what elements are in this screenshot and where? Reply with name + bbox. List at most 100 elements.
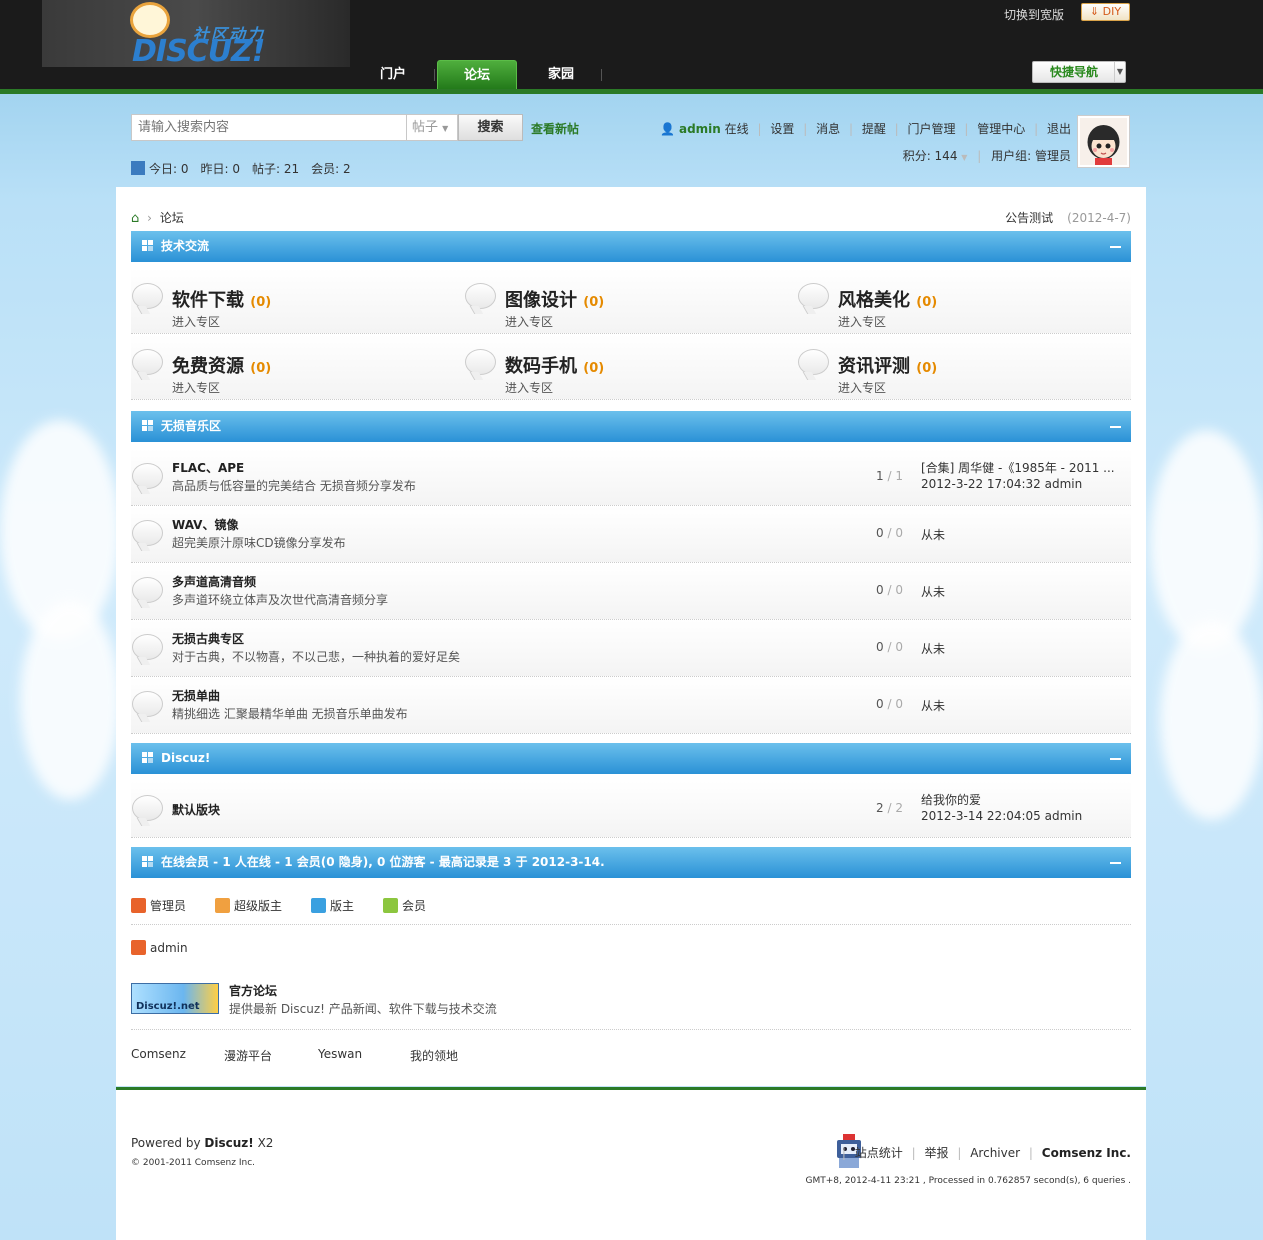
last-post-title[interactable]: 给我你的爱	[921, 791, 1121, 808]
breadcrumb-forum[interactable]: 论坛	[160, 211, 184, 225]
archiver-link[interactable]: Archiver	[970, 1146, 1020, 1160]
forum-name[interactable]: 多声道高清音频	[172, 573, 256, 590]
last-post-info[interactable]: 2012-3-14 22:04:05 admin	[921, 809, 1082, 823]
main-panel: ⌂ › 论坛 公告测试 (2012-4-7) 技术交流 软件下载 (0) 进入专区…	[116, 187, 1146, 1086]
thread-count: 2	[876, 801, 884, 815]
admin-center-link[interactable]: 管理中心	[977, 122, 1025, 136]
chevron-down-icon[interactable]: ▼	[961, 153, 967, 162]
search-type-label: 帖子	[412, 120, 439, 135]
link-my-territory[interactable]: 我的领地	[410, 1047, 458, 1064]
online-header: 在线会员 - 1 人在线 - 1 会员(0 隐身), 0 位游客 - 最高记录是…	[131, 847, 1131, 878]
avatar[interactable]	[1077, 115, 1130, 168]
username-link[interactable]: admin	[679, 122, 721, 136]
collapse-icon[interactable]	[1110, 246, 1121, 248]
separator: |	[911, 1146, 916, 1160]
forum-name[interactable]: WAV、镜像	[172, 516, 238, 533]
forum-name[interactable]: FLAC、APE	[172, 459, 244, 476]
forum-name[interactable]: 数码手机 (0)	[505, 352, 604, 378]
link-yeswan[interactable]: Yeswan	[318, 1047, 362, 1061]
chevron-down-icon[interactable]: ▼	[1114, 62, 1125, 82]
forum-cell[interactable]: 免费资源 (0) 进入专区	[131, 334, 464, 400]
collapse-icon[interactable]	[1110, 862, 1121, 864]
forum-name-text: 软件下载	[172, 290, 244, 311]
messages-link[interactable]: 消息	[816, 122, 840, 136]
thread-count: 0	[876, 583, 884, 597]
forum-description: 精挑细选 汇聚最精华单曲 无损音乐单曲发布	[172, 707, 408, 721]
forum-cell[interactable]: 资讯评测 (0) 进入专区	[797, 334, 1130, 400]
forum-name[interactable]: 风格美化 (0)	[838, 286, 937, 312]
diy-label: DIY	[1102, 5, 1122, 18]
view-new-posts-link[interactable]: 查看新帖	[531, 120, 579, 137]
link-manyou[interactable]: 漫游平台	[224, 1047, 272, 1064]
diy-button[interactable]: ⇓ DIY	[1081, 3, 1130, 21]
forum-name[interactable]: 软件下载 (0)	[172, 286, 271, 312]
legend-label: 管理员	[150, 899, 187, 913]
stat-posts: 帖子: 21	[252, 162, 300, 176]
search-type-select[interactable]: 帖子 ▼	[407, 114, 458, 141]
last-post-info[interactable]: 2012-3-22 17:04:32 admin	[921, 477, 1082, 491]
discuz-net-logo[interactable]: Discuz!.net	[131, 983, 219, 1014]
report-link[interactable]: 举报	[925, 1146, 949, 1160]
points-link[interactable]: 积分: 144	[903, 149, 958, 163]
product-link[interactable]: Discuz!	[204, 1136, 253, 1150]
legend-super-mod: 超级版主	[215, 897, 282, 914]
forum-bubble-icon	[132, 795, 163, 821]
forum-count: (0)	[250, 295, 272, 310]
forum-count: (0)	[583, 361, 605, 376]
nav-forum[interactable]: 论坛	[437, 60, 517, 89]
home-icon[interactable]: ⌂	[131, 211, 139, 226]
forum-name[interactable]: 默认版块	[172, 801, 220, 818]
forum-cell[interactable]: 风格美化 (0) 进入专区	[797, 268, 1130, 334]
official-forum-link[interactable]: 官方论坛	[229, 982, 277, 999]
logout-link[interactable]: 退出	[1047, 122, 1071, 136]
site-stats-link[interactable]: 站点统计	[855, 1146, 903, 1160]
user-group-link[interactable]: 用户组: 管理员	[991, 149, 1071, 163]
last-post-title[interactable]: [合集] 周华健 -《1985年 - 2011 ...	[921, 459, 1121, 476]
quick-nav-button[interactable]: 快捷导航 ▼	[1032, 61, 1126, 83]
legend-mod: 版主	[311, 897, 354, 914]
nav-portal[interactable]: 门户	[352, 60, 434, 89]
post-count: 0	[895, 526, 903, 540]
search-button[interactable]: 搜索	[458, 114, 523, 141]
category-title[interactable]: 技术交流	[161, 231, 209, 262]
powered-prefix: Powered by	[131, 1136, 201, 1150]
online-title[interactable]: 在线会员 - 1 人在线 - 1 会员(0 隐身), 0 位游客 - 最高记录是…	[161, 847, 605, 878]
notices-link[interactable]: 提醒	[862, 122, 886, 136]
legend-member: 会员	[383, 897, 426, 914]
admin-user-icon	[131, 940, 146, 955]
search-input[interactable]	[132, 115, 408, 140]
forum-name[interactable]: 无损古典专区	[172, 630, 244, 647]
category-title[interactable]: 无损音乐区	[161, 411, 221, 442]
collapse-icon[interactable]	[1110, 426, 1121, 428]
online-username[interactable]: admin	[150, 941, 188, 955]
user-icon: 👤	[660, 122, 676, 136]
forum-bubble-icon	[465, 349, 496, 375]
forum-name[interactable]: 无损单曲	[172, 687, 220, 704]
separator: |	[803, 122, 808, 136]
announcement-title[interactable]: 公告测试	[1005, 211, 1053, 225]
forum-bubble-icon	[798, 349, 829, 375]
portal-admin-link[interactable]: 门户管理	[908, 122, 956, 136]
forum-cell[interactable]: 软件下载 (0) 进入专区	[131, 268, 464, 334]
settings-link[interactable]: 设置	[770, 122, 794, 136]
chevron-down-icon: ▼	[442, 124, 449, 133]
collapse-icon[interactable]	[1110, 758, 1121, 760]
forum-enter-text: 进入专区	[172, 381, 221, 395]
company-link[interactable]: Comsenz Inc.	[1042, 1146, 1131, 1160]
switch-wide-link[interactable]: 切换到宽版	[1004, 6, 1064, 23]
post-count: 2	[895, 801, 903, 815]
nav-home[interactable]: 家园	[520, 60, 602, 89]
last-post-never: 从未	[921, 699, 946, 713]
logo-title[interactable]: DISCUZ!	[132, 34, 265, 69]
forum-name[interactable]: 资讯评测 (0)	[838, 352, 937, 378]
announcement-date: (2012-4-7)	[1067, 211, 1131, 225]
forum-name[interactable]: 免费资源 (0)	[172, 352, 271, 378]
category-title[interactable]: Discuz!	[161, 743, 210, 774]
forum-name[interactable]: 图像设计 (0)	[505, 286, 604, 312]
online-user[interactable]: admin	[131, 940, 188, 955]
logo-icon[interactable]	[130, 2, 170, 38]
forum-cell[interactable]: 数码手机 (0) 进入专区	[464, 334, 797, 400]
link-comsenz[interactable]: Comsenz	[131, 1047, 186, 1061]
powered-by: Powered by Discuz! X2	[131, 1136, 273, 1150]
forum-cell[interactable]: 图像设计 (0) 进入专区	[464, 268, 797, 334]
